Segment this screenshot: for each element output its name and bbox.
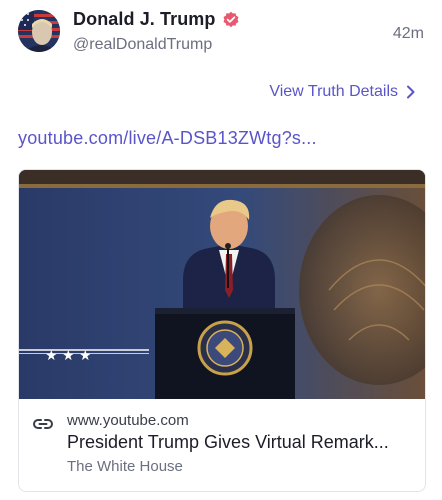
link-domain: www.youtube.com bbox=[67, 412, 189, 429]
link-source: The White House bbox=[67, 458, 183, 475]
author-handle[interactable]: @realDonaldTrump bbox=[73, 36, 212, 54]
view-truth-details-label: View Truth Details bbox=[269, 83, 398, 100]
link-icon bbox=[33, 417, 53, 431]
author-name[interactable]: Donald J. Trump bbox=[73, 9, 216, 30]
verified-badge-icon bbox=[222, 11, 240, 29]
svg-text:★ ★ ★: ★ ★ ★ bbox=[45, 348, 92, 364]
view-truth-details-link[interactable]: View Truth Details bbox=[269, 83, 416, 101]
link-preview-card[interactable]: ★ ★ ★ www.youtube.com President Trump Gi… bbox=[18, 169, 426, 492]
link-preview-meta[interactable]: www.youtube.com President Trump Gives Vi… bbox=[19, 399, 425, 491]
post-timestamp: 42m bbox=[392, 25, 424, 42]
avatar[interactable] bbox=[18, 10, 60, 52]
post-url-link[interactable]: youtube.com/live/A-DSB13ZWtg?s... bbox=[18, 128, 317, 149]
link-title[interactable]: President Trump Gives Virtual Remark... bbox=[67, 432, 417, 453]
chevron-right-icon bbox=[406, 85, 416, 99]
video-thumbnail[interactable]: ★ ★ ★ bbox=[19, 170, 425, 399]
